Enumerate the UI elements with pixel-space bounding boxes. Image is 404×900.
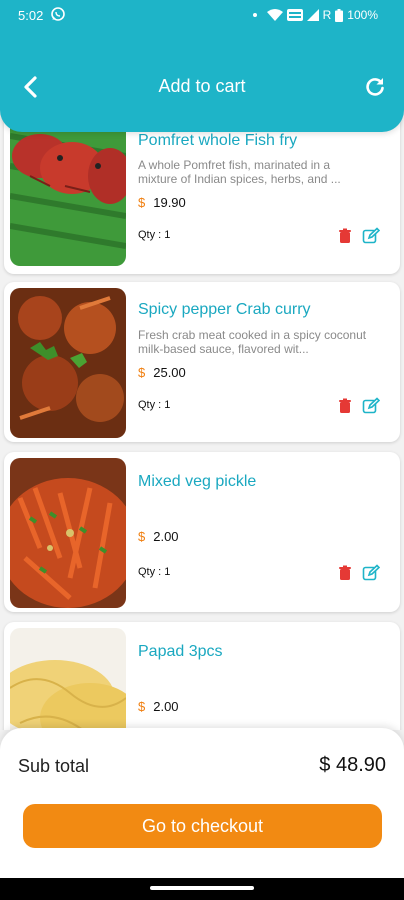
item-name: Papad 3pcs: [138, 643, 223, 660]
item-quantity: Qty : 1: [138, 566, 171, 578]
status-bar: 5:02 R 100%: [0, 0, 404, 30]
price-value: 2.00: [153, 529, 179, 544]
refresh-icon: [366, 78, 384, 96]
item-image: [10, 458, 126, 608]
wifi-icon: [266, 9, 283, 21]
battery-icon: [335, 8, 344, 22]
currency-symbol: $: [138, 195, 146, 210]
whatsapp-icon: [51, 7, 65, 21]
edit-icon: [362, 227, 381, 244]
item-image: [10, 628, 126, 730]
battery-percent: 100%: [347, 8, 378, 22]
edit-button[interactable]: [362, 397, 381, 415]
system-nav-bar: [0, 878, 404, 900]
price-value: 19.90: [153, 195, 186, 210]
item-description: [138, 500, 372, 528]
item-name: Mixed veg pickle: [138, 473, 257, 490]
item-price: $19.90: [138, 195, 186, 210]
item-price: $25.00: [138, 365, 186, 380]
page-title: Add to cart: [158, 76, 246, 96]
delete-button[interactable]: [336, 397, 354, 415]
edit-button[interactable]: [362, 564, 381, 582]
item-image: [10, 116, 126, 266]
refresh-button[interactable]: [360, 72, 390, 102]
item-price: $2.00: [138, 699, 179, 714]
delete-button[interactable]: [336, 564, 354, 582]
delete-button[interactable]: [336, 227, 354, 245]
cart-item-card[interactable]: Mixed veg pickle $2.00 Qty : 1: [4, 452, 400, 612]
edit-icon: [362, 564, 381, 581]
trash-icon: [339, 228, 351, 243]
subtotal-label: Sub total: [18, 756, 90, 776]
status-time: 5:02: [18, 8, 44, 23]
currency-symbol: $: [138, 529, 146, 544]
volte-icon: [286, 9, 303, 21]
item-description: A whole Pomfret fish, marinated in a mix…: [138, 158, 341, 186]
trash-icon: [339, 565, 351, 580]
checkout-button[interactable]: Go to checkout: [23, 804, 382, 848]
currency-symbol: $: [138, 699, 146, 714]
network-type: R: [322, 8, 332, 22]
subtotal-value: $ 48.90: [319, 754, 386, 776]
item-price: $2.00: [138, 529, 179, 544]
edit-icon: [362, 397, 381, 414]
item-quantity: Qty : 1: [138, 399, 171, 411]
item-name: Spicy pepper Crab curry: [138, 301, 311, 318]
item-quantity: Qty : 1: [138, 229, 171, 241]
currency-symbol: $: [138, 365, 146, 380]
app-header: 5:02 R 100% Add to cart: [0, 0, 404, 132]
price-value: 25.00: [153, 365, 186, 380]
cart-item-card[interactable]: Papad 3pcs $2.00: [4, 622, 400, 730]
cart-item-card[interactable]: Spicy pepper Crab curry Fresh crab meat …: [4, 282, 400, 442]
cart-summary: Sub total $ 48.90 Go to checkout: [0, 728, 404, 878]
dot-icon: [252, 13, 257, 17]
edit-button[interactable]: [362, 227, 381, 245]
trash-icon: [339, 398, 351, 413]
price-value: 2.00: [153, 699, 179, 714]
signal-icon: [306, 9, 319, 21]
item-description: Fresh crab meat cooked in a spicy coconu…: [138, 328, 367, 356]
home-handle[interactable]: [150, 886, 254, 890]
item-image: [10, 288, 126, 438]
item-name: Pomfret whole Fish fry: [138, 132, 298, 149]
status-indicators: R 100%: [252, 8, 378, 22]
